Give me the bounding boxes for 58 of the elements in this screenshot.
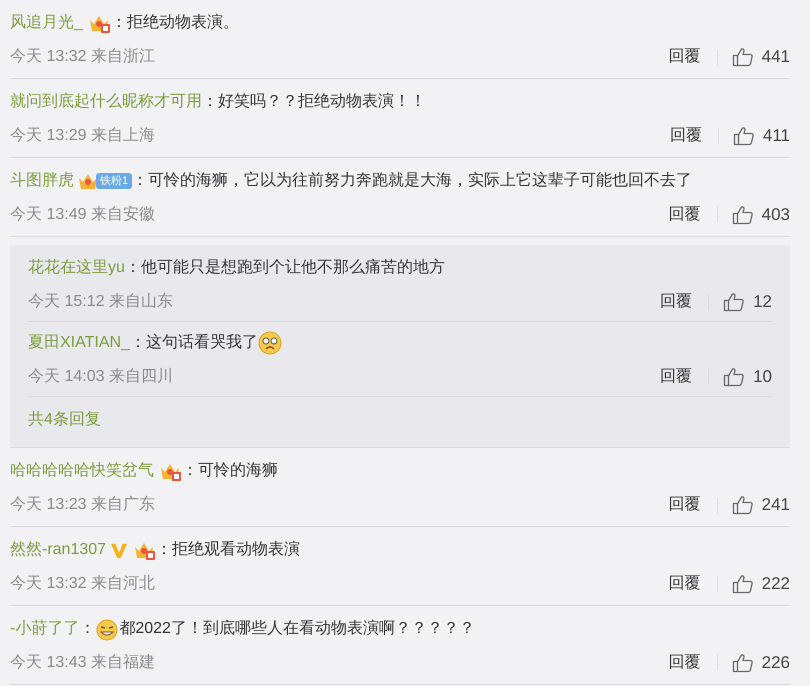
username-link[interactable]: 风追月光_ [10,10,83,36]
comment-text: 他可能只是想跑到个让他不那么痛苦的地方 [140,258,445,278]
thumbs-up-icon[interactable] [732,653,754,673]
colon-separator: ： [79,619,96,639]
comment-time: 今天 15:12 来自山东 [28,292,173,312]
comment-text: 都2022了！到底哪些人在看动物表演啊？？？？？ [119,618,475,639]
colon-separator: ： [202,92,218,112]
like-count: 403 [762,204,790,226]
like-count: 12 [753,291,772,313]
comment-text: 可怜的海狮 [198,461,278,481]
comment-text: 拒绝动物表演。 [126,12,239,33]
comment-time: 今天 13:32 来自浙江 [10,46,155,67]
colon-separator: ： [124,258,141,278]
reply-link[interactable]: 回覆 [668,204,701,226]
thumbs-up-icon[interactable] [723,367,746,387]
colon-separator: ： [156,540,172,560]
comment-text: 可怜的海狮，它以为往前努力奔跑就是大海，实际上它这辈子可能也回不去了 [148,170,692,191]
reply-link[interactable]: 回覆 [660,291,692,313]
reply-link[interactable]: 回覆 [668,573,701,595]
username-link[interactable]: 然然-ran1307 [10,537,106,563]
thumbs-up-icon[interactable] [723,292,746,312]
like-count: 226 [762,652,790,674]
colon-separator: ： [130,333,146,353]
thumbs-up-icon[interactable] [732,47,754,67]
comment-time: 今天 13:43 来自福建 [10,652,155,673]
comment-time: 今天 14:03 来自四川 [28,366,173,387]
colon-separator: ： [110,13,127,33]
comment-text: 好笑吗？？拒绝动物表演！！ [218,92,426,112]
username-link[interactable]: 斗图胖虎 [10,168,74,194]
reply-link[interactable]: 回覆 [660,366,692,388]
fan-level-label: 铁粉1 [96,173,132,189]
reply-link[interactable]: 回覆 [670,125,702,147]
comment-time: 今天 13:29 来自上海 [10,126,155,146]
colon-separator: ： [132,171,148,191]
thumbs-up-icon[interactable] [732,495,754,515]
username-link[interactable]: 哈哈哈哈哈快笑岔气 [10,458,154,484]
comment-text: 拒绝观看动物表演 [172,540,300,560]
like-count: 222 [762,573,790,595]
like-count: 411 [762,125,790,147]
username-link[interactable]: 就问到底起什么昵称才可用 [10,89,202,115]
username-link[interactable]: -小莳了了 [10,616,80,642]
like-count: 241 [762,494,790,516]
thumbs-up-icon[interactable] [732,574,754,594]
colon-separator: ： [182,461,198,481]
comment-time: 今天 13:49 来自安徽 [10,204,155,225]
thumbs-up-icon[interactable] [732,205,754,225]
like-count: 441 [762,46,790,68]
username-link[interactable]: 夏田XIATIAN_ [28,330,130,356]
username-link[interactable]: 花花在这里yu [28,255,125,281]
more-replies-link[interactable]: 共4条回复 [28,397,101,441]
reply-link[interactable]: 回覆 [668,46,701,68]
like-count: 10 [753,366,772,388]
thumbs-up-icon[interactable] [732,126,755,146]
comment-text: 这句话看哭我了 [146,332,258,353]
comment-time: 今天 13:23 来自广东 [10,494,155,515]
comment-time: 今天 13:32 来自河北 [10,574,155,594]
reply-link[interactable]: 回覆 [668,494,701,516]
reply-link[interactable]: 回覆 [668,652,701,674]
